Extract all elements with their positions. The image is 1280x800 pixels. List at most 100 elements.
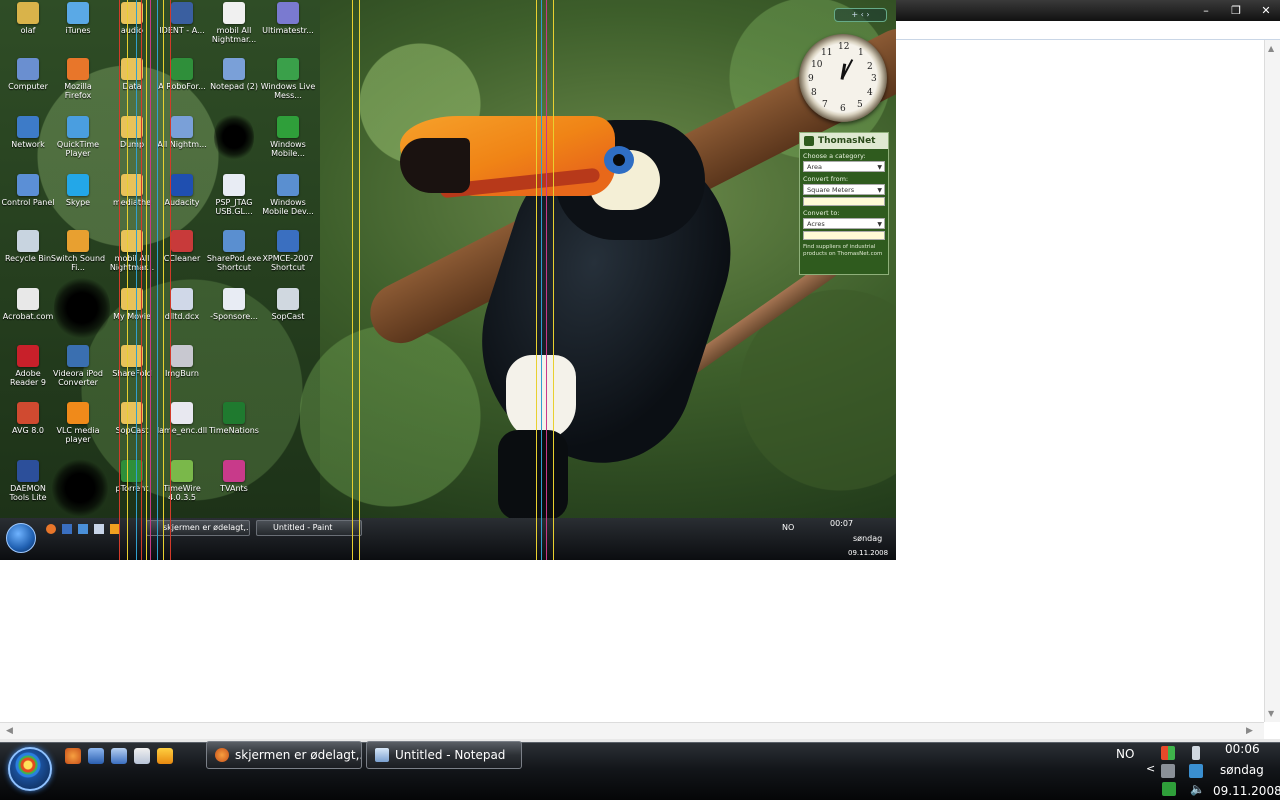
language-indicator[interactable]: NO xyxy=(1116,747,1134,761)
desktop-icon-label: XPMCE-2007 Shortcut xyxy=(262,254,314,272)
app-icon xyxy=(277,230,299,252)
desktop-icon-label: AVG 8.0 xyxy=(12,426,44,435)
app-icon xyxy=(171,230,193,252)
screenshot-clock-date: 09.11.2008 xyxy=(848,549,889,557)
app-icon xyxy=(121,2,143,24)
desktop-icon-label: Notepad (2) xyxy=(210,82,258,91)
clock-number: 2 xyxy=(867,62,873,72)
screen-artifact-line xyxy=(163,0,164,560)
maximize-button[interactable]: ❐ xyxy=(1222,2,1250,18)
desktop-icon-label: TimeNations xyxy=(209,426,259,435)
from-label: Convert from: xyxy=(803,175,849,183)
task-notepad-label: Untitled - Notepad xyxy=(395,748,506,762)
app-icon xyxy=(277,58,299,80)
desktop-icon-label: iTunes xyxy=(65,26,91,35)
from-select[interactable]: Square Meters ▼ xyxy=(803,184,885,195)
desktop-icon-label: olaf xyxy=(20,26,36,35)
network-icon[interactable] xyxy=(1161,764,1175,778)
start-orb-icon[interactable] xyxy=(8,747,52,791)
desktop-icon: Skype xyxy=(50,174,106,207)
vertical-scrollbar[interactable]: ▲ ▼ xyxy=(1264,40,1280,722)
task-notepad[interactable]: Untitled - Notepad xyxy=(366,741,522,769)
desktop-icon: SopCast xyxy=(260,288,316,321)
messenger-icon[interactable] xyxy=(1162,782,1176,796)
desktop-icon: AVG 8.0 xyxy=(0,402,56,435)
to-select[interactable]: Acres ▼ xyxy=(803,218,885,229)
windows-flag-icon[interactable] xyxy=(1161,746,1175,760)
desktop-icon-label: PSP_JTAG USB.GL... xyxy=(215,198,253,216)
task-firefox[interactable]: skjermen er ødelagt,... xyxy=(206,741,362,769)
app-icon xyxy=(223,174,245,196)
task-firefox-label: skjermen er ødelagt,... xyxy=(235,748,362,762)
mail-icon[interactable] xyxy=(134,748,150,764)
app-icon xyxy=(223,58,245,80)
media-player-icon[interactable] xyxy=(157,748,173,764)
app-icon xyxy=(171,345,193,367)
speaker-icon[interactable]: 🔈 xyxy=(1190,782,1205,796)
minimize-button[interactable]: – xyxy=(1192,2,1220,18)
show-hidden-icons-chevron-icon[interactable]: < xyxy=(1146,762,1155,775)
desktop-icon-label: mobil All Nightmar... xyxy=(211,26,257,44)
to-amount-output[interactable] xyxy=(803,231,885,240)
app-icon xyxy=(121,174,143,196)
horizontal-scrollbar[interactable]: ◀ ▶ xyxy=(0,722,1264,739)
sync-icon[interactable] xyxy=(1189,764,1203,778)
scroll-down-icon[interactable]: ▼ xyxy=(1268,709,1274,718)
screen-artifact-line xyxy=(352,0,353,560)
from-amount-input[interactable] xyxy=(803,197,885,206)
screen-artifact-line xyxy=(146,0,147,560)
scroll-right-icon[interactable]: ▶ xyxy=(1246,726,1253,736)
app-icon xyxy=(223,402,245,424)
ink-blot xyxy=(214,112,254,162)
ink-blot xyxy=(54,275,110,341)
scroll-up-icon[interactable]: ▲ xyxy=(1268,44,1274,53)
app-icon xyxy=(277,2,299,24)
app-icon xyxy=(171,288,193,310)
clock-day[interactable]: søndag xyxy=(1220,763,1264,777)
desktop-icon: iTunes xyxy=(50,2,106,35)
desktop-icon: mobil All Nightmar... xyxy=(206,2,262,44)
app-icon xyxy=(171,402,193,424)
desktop-icon: Dump xyxy=(104,116,160,149)
app-icon xyxy=(121,116,143,138)
close-button[interactable]: ✕ xyxy=(1252,2,1280,18)
firefox-quicklaunch-icon[interactable] xyxy=(65,748,81,764)
clock-date[interactable]: 09.11.2008 xyxy=(1213,784,1280,798)
clock-time[interactable]: 00:06 xyxy=(1225,742,1260,756)
desktop-icon-label: Mozilla Firefox xyxy=(64,82,92,100)
desktop-icon: mobil All Nightmar... xyxy=(104,230,160,272)
category-value: Area xyxy=(807,163,822,171)
desktop-icon: QuickTime Player xyxy=(50,116,106,158)
switch-windows-icon[interactable] xyxy=(111,748,127,764)
desktop-icon: XPMCE-2007 Shortcut xyxy=(260,230,316,272)
battery-icon[interactable] xyxy=(1192,746,1200,760)
desktop-icon: Windows Mobile Dev... xyxy=(260,174,316,216)
app-icon xyxy=(17,460,39,482)
mail-quicklaunch-icon xyxy=(94,524,104,534)
desktop-icon-label: SharePod.exe Shortcut xyxy=(206,254,262,272)
desktop-icon: PSP_JTAG USB.GL... xyxy=(206,174,262,216)
screen-artifact-line xyxy=(536,0,537,560)
app-icon xyxy=(67,2,89,24)
gadget-sidebar-controls[interactable]: + ‹ › xyxy=(834,8,887,22)
desktop-icon-label: Computer xyxy=(8,82,48,91)
app-icon xyxy=(121,288,143,310)
category-select[interactable]: Area ▼ xyxy=(803,161,885,172)
taskbar xyxy=(0,742,1280,800)
app-icon xyxy=(17,58,39,80)
screen-artifact-line xyxy=(359,0,360,560)
show-desktop-icon[interactable] xyxy=(88,748,104,764)
desktop-icon: Data xyxy=(104,58,160,91)
screenshot-language-indicator: NO xyxy=(782,523,795,532)
desktop-icon: VLC media player xyxy=(50,402,106,444)
app-icon xyxy=(277,288,299,310)
app-icon xyxy=(223,2,245,24)
app-icon xyxy=(17,174,39,196)
scroll-left-icon[interactable]: ◀ xyxy=(6,726,13,736)
window-titlebar[interactable]: – ❐ ✕ xyxy=(896,0,1280,21)
clock-number: 10 xyxy=(811,60,823,70)
app-icon xyxy=(67,402,89,424)
desktop-icon-label: SopCast xyxy=(115,426,149,435)
ink-blot xyxy=(52,458,108,518)
app-icon xyxy=(67,345,89,367)
